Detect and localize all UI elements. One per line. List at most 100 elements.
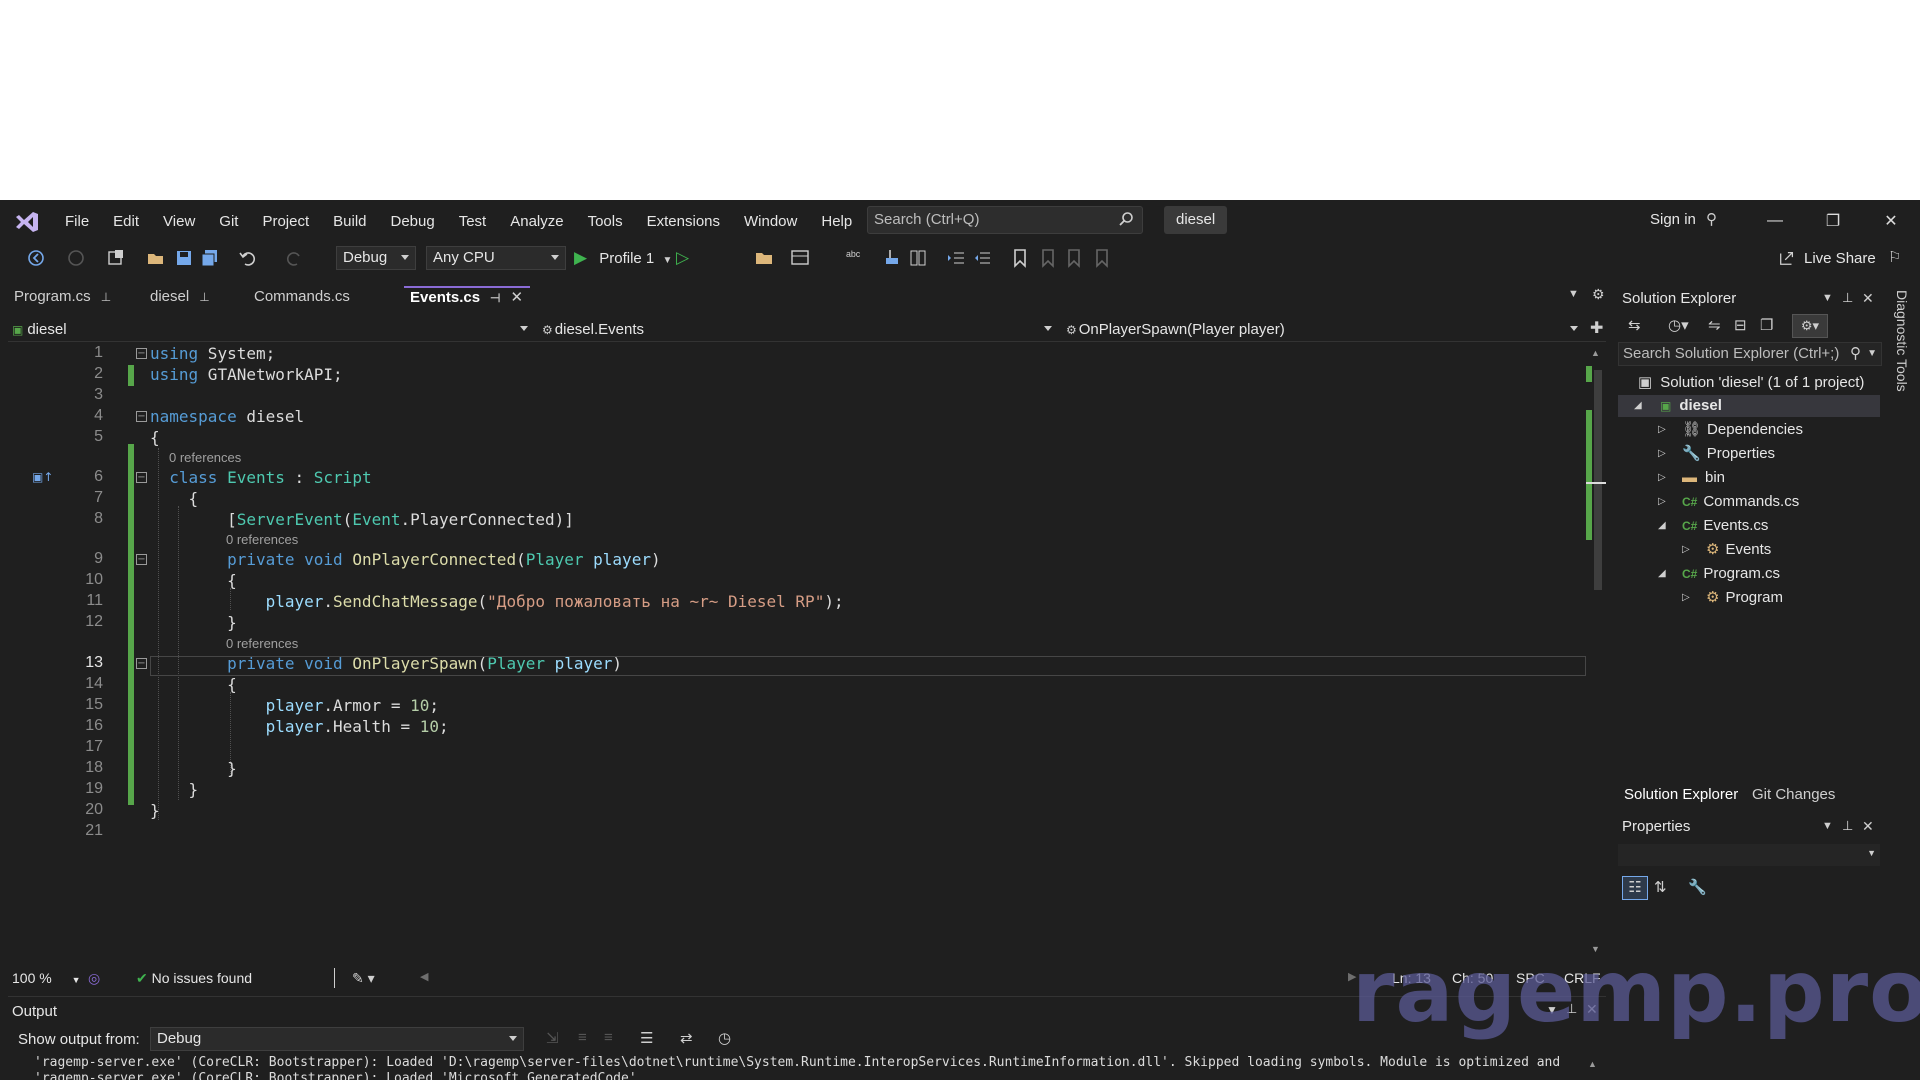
code-cleanup-icon[interactable]: ✎ ▾ — [352, 970, 375, 987]
alphabetical-icon[interactable]: ⇅ — [1654, 878, 1667, 896]
tree-solution[interactable]: ▣ Solution 'diesel' (1 of 1 project) — [1638, 372, 1864, 394]
panel-menu-icon[interactable]: ▼ — [1822, 820, 1833, 832]
timestamp-icon[interactable]: ◷ — [718, 1029, 731, 1047]
sign-in-link[interactable]: Sign in ⚲ — [1650, 210, 1717, 228]
close-panel-icon[interactable]: ✕ — [1862, 290, 1874, 307]
live-share-button[interactable]: Live Share — [1804, 250, 1876, 267]
tree-bin[interactable]: ▷ ▬ bin — [1658, 467, 1725, 489]
close-tab-icon[interactable]: ✕ — [511, 289, 524, 306]
pin-icon[interactable]: ⊣ — [490, 288, 500, 308]
member-dropdown[interactable]: ⚙ OnPlayerSpawn(Player player) — [1066, 320, 1285, 340]
tab-solution-explorer[interactable]: Solution Explorer — [1624, 786, 1738, 803]
scroll-up-icon[interactable]: ▲ — [1591, 348, 1600, 358]
clear-all-icon[interactable]: ☰ — [640, 1029, 653, 1047]
codelens-references[interactable]: 0 references — [169, 450, 241, 465]
tab-git-changes[interactable]: Git Changes — [1752, 786, 1835, 803]
menu-help[interactable]: Help — [809, 211, 864, 233]
tab-overflow-icon[interactable]: ▼ — [1568, 288, 1579, 300]
navigate-back-icon[interactable] — [26, 248, 46, 268]
issues-indicator[interactable]: ✔ No issues found — [136, 970, 252, 987]
tree-project-diesel[interactable]: ◢ ▣ diesel — [1618, 395, 1880, 417]
pending-changes-icon[interactable]: ⇋ — [1708, 316, 1721, 334]
solution-search-input[interactable]: Search Solution Explorer (Ctrl+;) ⚲ ▼ — [1618, 342, 1882, 366]
tree-program-cs[interactable]: ◢ C# Program.cs — [1658, 563, 1780, 585]
collapse-icon[interactable]: − — [136, 472, 147, 483]
close-window-icon[interactable]: ✕ — [1862, 200, 1920, 242]
tab-diesel[interactable]: diesel ⊥ — [144, 286, 234, 308]
feedback-icon[interactable]: ⚐ — [1888, 248, 1901, 266]
pin-icon[interactable]: ⊥ — [1842, 290, 1853, 306]
property-pages-icon[interactable]: 🔧 — [1688, 878, 1707, 896]
output-source-dropdown[interactable]: Debug — [150, 1027, 524, 1051]
minimize-icon[interactable]: — — [1746, 200, 1804, 242]
start-without-debugging-icon[interactable]: ▷ — [676, 248, 689, 268]
menu-analyze[interactable]: Analyze — [498, 211, 575, 233]
menu-view[interactable]: View — [151, 211, 207, 233]
copilot-icon[interactable]: ◎ — [88, 970, 100, 987]
codelens-references[interactable]: 0 references — [226, 532, 298, 547]
settings-gear-icon[interactable]: ⚙ — [1592, 286, 1605, 303]
collapse-icon[interactable]: − — [136, 411, 147, 422]
layout-icon[interactable] — [790, 248, 810, 268]
open-file-icon[interactable] — [146, 248, 166, 268]
find-message-icon[interactable]: ⇲ — [546, 1029, 559, 1047]
pin-icon[interactable]: ⊥ — [199, 286, 209, 308]
navigate-forward-icon[interactable] — [66, 248, 86, 268]
editor-vertical-scrollbar[interactable]: ▲ ▼ — [1586, 344, 1606, 960]
menu-project[interactable]: Project — [250, 211, 321, 233]
filter-toggle-icon[interactable]: ⚙▾ — [1792, 314, 1828, 338]
menu-window[interactable]: Window — [732, 211, 809, 233]
sync-icon[interactable]: ⇆ — [1628, 316, 1641, 334]
word-wrap-icon[interactable]: ⇄ — [680, 1029, 693, 1047]
history-icon[interactable]: ◷▾ — [1668, 316, 1689, 334]
save-all-icon[interactable] — [200, 248, 220, 268]
tree-properties[interactable]: ▷ 🔧 Properties — [1658, 443, 1775, 465]
tree-program-class[interactable]: ▷ ⚙ Program — [1682, 587, 1783, 609]
prev-message-icon[interactable]: ≡ — [578, 1029, 587, 1046]
menu-git[interactable]: Git — [207, 211, 250, 233]
tree-dependencies[interactable]: ▷ ⛓ Dependencies — [1658, 419, 1803, 441]
show-all-files-icon[interactable]: ❐ — [1760, 316, 1773, 334]
class-dropdown[interactable]: ⚙ diesel.Events — [542, 320, 644, 340]
save-icon[interactable] — [174, 248, 194, 268]
collapse-icon[interactable]: − — [136, 348, 147, 359]
next-message-icon[interactable]: ≡ — [604, 1029, 613, 1046]
scroll-up-icon[interactable]: ▲ — [1588, 1059, 1597, 1069]
codelens-references[interactable]: 0 references — [226, 636, 298, 651]
start-debugging-button[interactable]: ▶ Profile 1 ▼ — [574, 248, 672, 268]
tab-diagnostic-tools[interactable]: Diagnostic Tools — [1894, 290, 1910, 392]
panel-menu-icon[interactable]: ▼ — [1822, 292, 1833, 304]
split-icon[interactable]: ✚ — [1590, 318, 1603, 338]
collapse-icon[interactable]: − — [136, 554, 147, 565]
folder-icon[interactable] — [754, 248, 774, 268]
code-editor[interactable]: 1 2 3 4 5 6 7 8 9 10 11 12 13 14 15 16 1… — [8, 344, 1586, 960]
project-dropdown[interactable]: ▣ diesel — [12, 320, 67, 340]
object-selector-dropdown[interactable]: ▼ — [1618, 844, 1880, 866]
zoom-dropdown[interactable]: 100 % ▼ — [12, 970, 81, 986]
menu-test[interactable]: Test — [447, 211, 499, 233]
menu-edit[interactable]: Edit — [101, 211, 151, 233]
prev-bookmark-icon[interactable] — [1038, 248, 1058, 268]
categorized-icon[interactable]: ☷ — [1622, 876, 1648, 900]
redo-icon[interactable] — [284, 248, 304, 268]
menu-tools[interactable]: Tools — [576, 211, 635, 233]
global-search-box[interactable]: Search (Ctrl+Q) — [867, 206, 1143, 234]
menu-extensions[interactable]: Extensions — [635, 211, 732, 233]
tab-program-cs[interactable]: Program.cs ⊥ — [8, 286, 118, 308]
tree-commands-cs[interactable]: ▷ C# Commands.cs — [1658, 491, 1799, 513]
pin-icon[interactable]: ⊥ — [1842, 818, 1853, 834]
pin-icon[interactable]: ⊥ — [101, 286, 111, 308]
tree-events-class[interactable]: ▷ ⚙ Events — [1682, 539, 1771, 561]
scroll-left-icon[interactable]: ◀ — [420, 970, 428, 983]
collapse-all-icon[interactable]: ⊟ — [1734, 316, 1747, 334]
tab-commands-cs[interactable]: Commands.cs — [248, 286, 388, 308]
indent-icon[interactable] — [946, 248, 966, 268]
step-icon[interactable] — [882, 248, 902, 268]
scroll-thumb[interactable] — [1594, 370, 1602, 590]
menu-file[interactable]: File — [53, 211, 101, 233]
solution-configuration-dropdown[interactable]: Debug — [336, 246, 416, 270]
tree-events-cs[interactable]: ◢ C# Events.cs — [1658, 515, 1768, 537]
collapse-icon[interactable]: − — [136, 658, 147, 669]
menu-build[interactable]: Build — [321, 211, 378, 233]
compare-icon[interactable] — [908, 248, 928, 268]
